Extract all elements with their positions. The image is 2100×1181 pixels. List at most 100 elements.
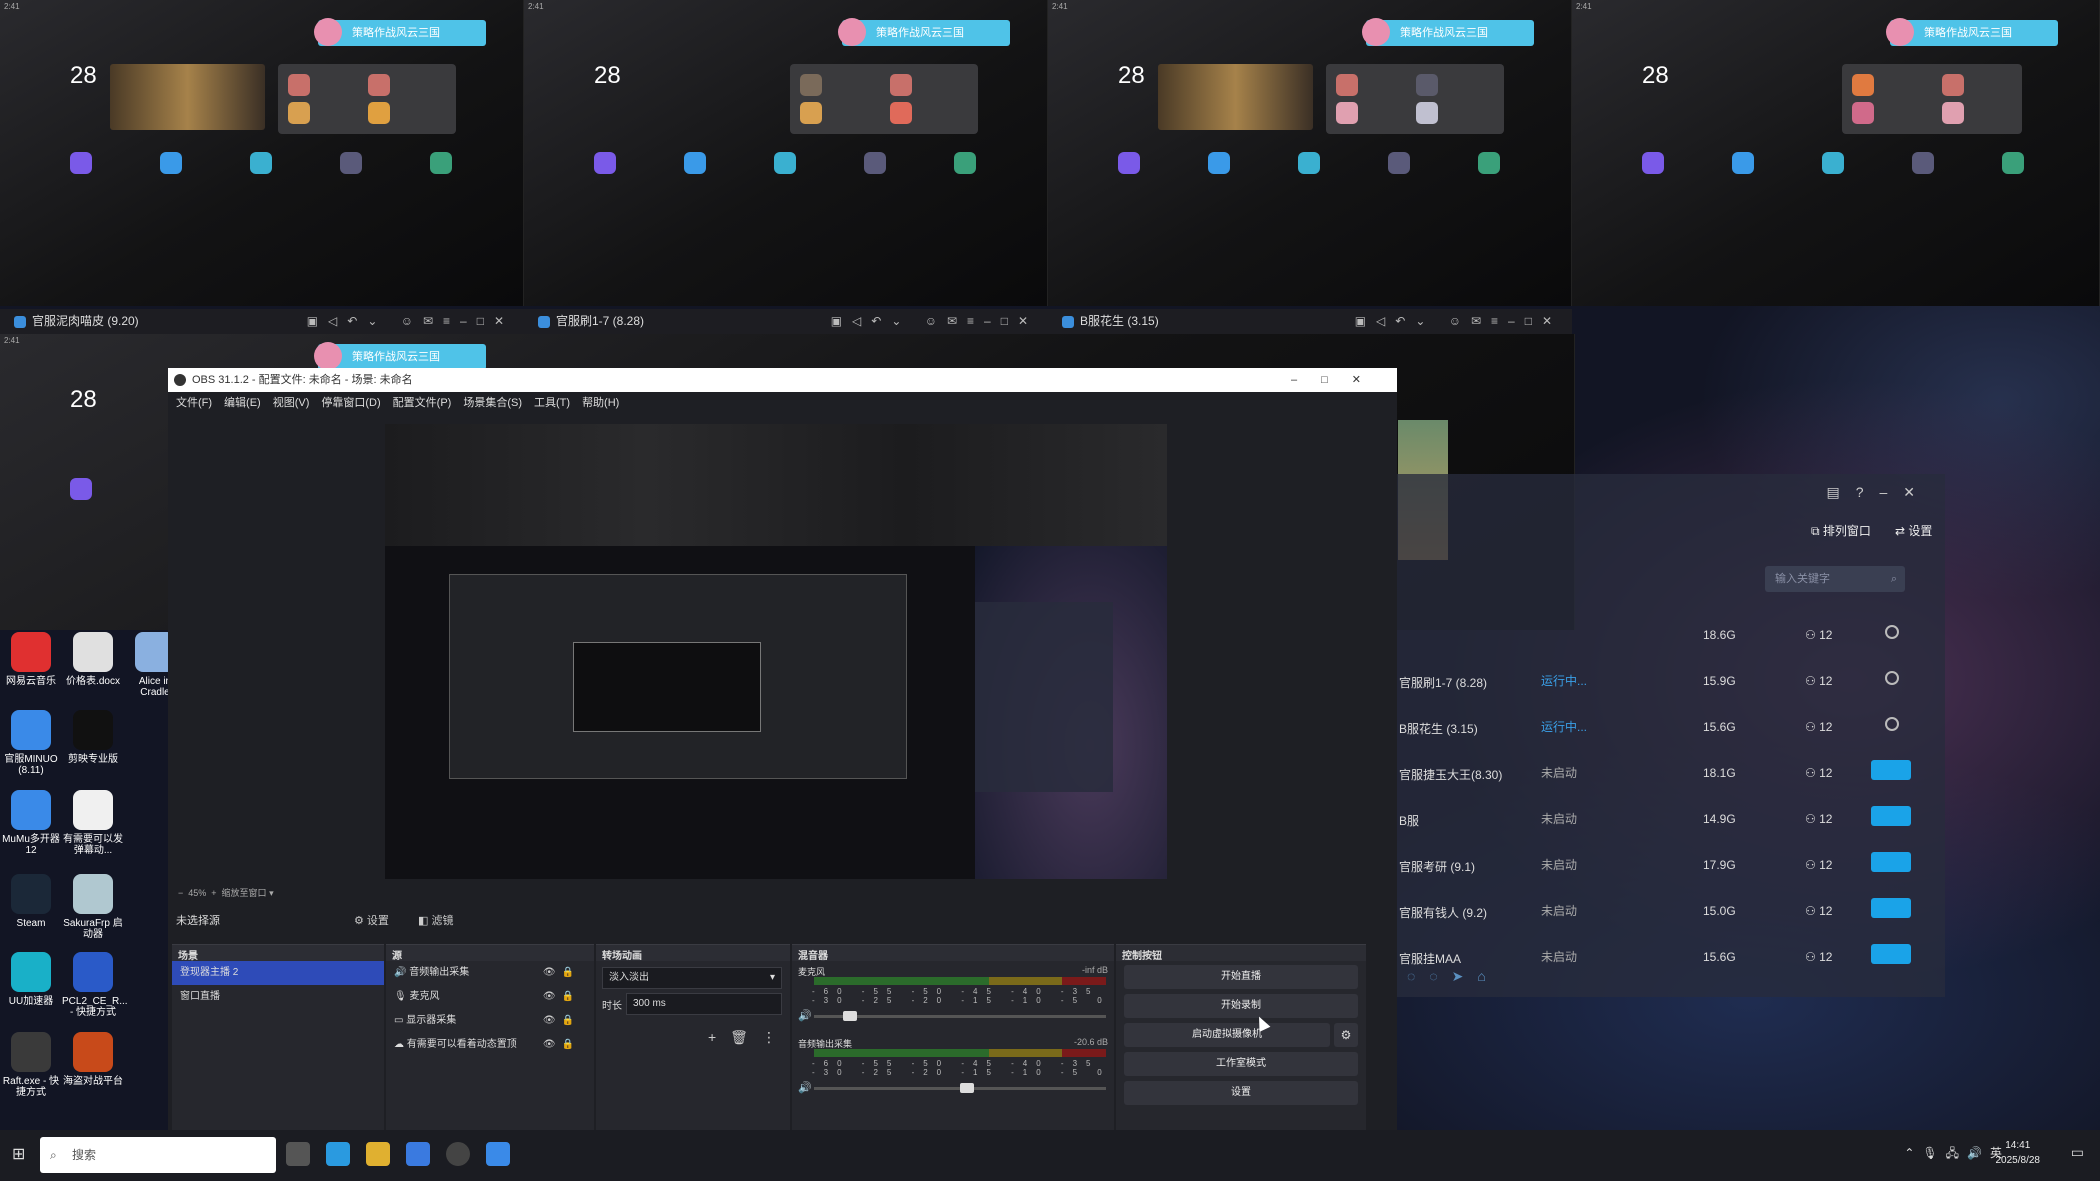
source-item[interactable]: ☁ 有需要可以看着动态置顶 👁🔒 (386, 1033, 594, 1057)
emulator-tile-4[interactable]: 2:41 策略作战风云三国 28 (1572, 0, 2100, 306)
properties-button[interactable]: ⚙ 设置 (354, 912, 389, 928)
emulator-tile-2[interactable]: 2:41 策略作战风云三国 28 (524, 0, 1048, 306)
power-icon[interactable] (1885, 671, 1899, 685)
mumu-multi-taskbar-icon[interactable] (486, 1142, 510, 1166)
source-item[interactable]: 🔊 音频输出采集 👁🔒 (386, 961, 594, 985)
studio-mode-button[interactable]: 工作室模式 (1124, 1052, 1358, 1076)
source-item[interactable]: 🎙 麦克风 👁🔒 (386, 985, 594, 1009)
play-button[interactable] (1871, 944, 1911, 964)
emulator-tile-3[interactable]: 2:41 策略作战风云三国 28 (1048, 0, 1572, 306)
app-widget[interactable] (790, 64, 978, 134)
menu-item[interactable]: 场景集合(S) (463, 397, 522, 409)
desktop-icon[interactable]: 有需要可以发弹幕动... (62, 790, 124, 856)
start-streaming-button[interactable]: 开始直播 (1124, 965, 1358, 989)
tile-notice[interactable]: 策略作战风云三国 (314, 342, 486, 370)
duration-input[interactable]: 300 ms (626, 993, 782, 1015)
emulator-titlebar-2[interactable]: 官服刷1-7 (8.28) ▣◁↶⌄ ☺✉≡‒□✕ (524, 309, 1048, 334)
desktop-icon[interactable]: PCL2_CE_R... - 快捷方式 (62, 952, 128, 1018)
transition-select[interactable]: 淡入淡出 ▾ (602, 967, 782, 989)
app-widget[interactable] (1842, 64, 2022, 134)
volume-slider-handle[interactable] (843, 1011, 858, 1021)
menu-item[interactable]: 编辑(E) (224, 397, 261, 409)
transition-actions[interactable]: +🗑⋮ (708, 1029, 790, 1046)
manager-footer-icons[interactable]: ◌◌➤⌂ (1407, 968, 1500, 985)
desktop-icon[interactable]: MuMu多开器12 (0, 790, 62, 856)
taskbar-clock[interactable]: 14:41 2025/8/28 (1996, 1138, 2041, 1168)
menu-item[interactable]: 停靠窗口(D) (321, 397, 380, 409)
mumu-taskbar-icon[interactable] (406, 1142, 430, 1166)
settings-button[interactable]: 设置 (1124, 1081, 1358, 1105)
taskbar-search[interactable]: ⌕ 搜索 (40, 1137, 276, 1173)
play-button[interactable] (1871, 760, 1911, 780)
speaker-icon[interactable]: 🔊 (798, 1081, 812, 1094)
edge-icon[interactable] (326, 1142, 350, 1166)
start-virtual-camera-button[interactable]: 启动虚拟摄像机 (1124, 1023, 1330, 1047)
arrange-windows-button[interactable]: ⧉ 排列窗口 (1811, 522, 1871, 539)
emulator-tile-1[interactable]: 2:41 策略作战风云三国 28 (0, 0, 524, 306)
instance-row[interactable]: 18.6G ⚇ 12 (1395, 614, 1945, 660)
menu-item[interactable]: 工具(T) (534, 397, 570, 409)
search-input[interactable]: 输入关键字 ⌕ (1765, 566, 1905, 592)
obs-preview[interactable] (385, 424, 1167, 879)
instance-row[interactable]: 官服考研 (9.1) 未启动 17.9G ⚇ 12 (1395, 844, 1945, 890)
gear-icon[interactable]: ⚙ (1334, 1023, 1358, 1047)
desktop-icon[interactable]: 价格表.docx (62, 632, 124, 687)
desktop-icon[interactable]: UU加速器 (0, 952, 62, 1007)
speaker-icon[interactable]: 🔊 (798, 1009, 812, 1022)
system-tray[interactable]: ⌃🎙🖧🔊英 (1904, 1144, 2010, 1165)
instance-row[interactable]: 官服捷玉大王(8.30) 未启动 18.1G ⚇ 12 (1395, 752, 1945, 798)
notification-icon[interactable]: ▭ (2071, 1144, 2084, 1161)
visibility-lock-icons[interactable]: 👁🔒 (543, 1009, 580, 1033)
zoom-controls[interactable]: − 45% + 缩放至窗口 ▾ (178, 886, 274, 899)
source-item[interactable]: ▭ 显示器采集 👁🔒 (386, 1009, 594, 1033)
game-banner[interactable] (1158, 64, 1313, 130)
desktop-icon[interactable]: 海盗对战平台 (62, 1032, 124, 1087)
volume-slider-handle[interactable] (960, 1083, 974, 1093)
scene-item[interactable]: 窗口直播 (172, 985, 384, 1009)
instance-row[interactable]: B服 未启动 14.9G ⚇ 12 (1395, 798, 1945, 844)
manager-window-controls[interactable]: ▤?‒✕ (1826, 484, 1931, 501)
power-icon[interactable] (1885, 625, 1899, 639)
menu-item[interactable]: 配置文件(P) (393, 397, 452, 409)
instance-row[interactable]: 官服刷1-7 (8.28) 运行中... 15.9G ⚇ 12 (1395, 660, 1945, 706)
visibility-lock-icons[interactable]: 👁🔒 (543, 985, 580, 1009)
power-icon[interactable] (1885, 717, 1899, 731)
desktop-icon[interactable]: 网易云音乐 (0, 632, 62, 687)
desktop-icon[interactable]: Raft.exe - 快捷方式 (0, 1032, 62, 1098)
file-explorer-icon[interactable] (366, 1142, 390, 1166)
tile-notice[interactable]: 策略作战风云三国 (838, 18, 1010, 46)
menu-item[interactable]: 文件(F) (176, 397, 212, 409)
obs-taskbar-icon[interactable] (446, 1142, 470, 1166)
instance-row[interactable]: B服花生 (3.15) 运行中... 15.6G ⚇ 12 (1395, 706, 1945, 752)
tile-notice[interactable]: 策略作战风云三国 (314, 18, 486, 46)
emulator-titlebar-1[interactable]: 官服泥肉喵皮 (9.20) ▣◁↶⌄ ☺✉≡‒□✕ (0, 309, 524, 334)
task-view-icon[interactable] (286, 1142, 310, 1166)
app-widget[interactable] (1326, 64, 1504, 134)
instance-row[interactable]: 官服有钱人 (9.2) 未启动 15.0G ⚇ 12 (1395, 890, 1945, 936)
window-controls[interactable]: ▣◁↶⌄ ☺✉≡‒□✕ (1355, 309, 1562, 334)
menu-item[interactable]: 视图(V) (273, 397, 310, 409)
menu-item[interactable]: 帮助(H) (582, 397, 619, 409)
window-controls[interactable]: ▣◁↶⌄ ☺✉≡‒□✕ (307, 309, 514, 334)
desktop-icon[interactable]: 官服MINUO (8.11) (0, 710, 62, 776)
app-widget[interactable] (278, 64, 456, 134)
obs-titlebar[interactable]: OBS 31.1.2 - 配置文件: 未命名 - 场景: 未命名 ‒□✕ (168, 368, 1397, 392)
tile-notice[interactable]: 策略作战风云三国 (1362, 18, 1534, 46)
windows-start-icon[interactable]: ⊞ (12, 1144, 25, 1164)
scene-item[interactable]: 登现器主播 2 (172, 961, 384, 985)
filters-button[interactable]: ◧ 滤镜 (418, 912, 453, 928)
desktop-icon[interactable]: 剪映专业版 (62, 710, 124, 765)
emulator-titlebar-3[interactable]: B服花生 (3.15) ▣◁↶⌄ ☺✉≡‒□✕ (1048, 309, 1572, 334)
volume-slider[interactable] (814, 1011, 1106, 1021)
game-banner[interactable] (110, 64, 265, 130)
play-button[interactable] (1871, 852, 1911, 872)
play-button[interactable] (1871, 806, 1911, 826)
volume-slider[interactable] (814, 1083, 1106, 1093)
desktop-icon[interactable]: Steam (0, 874, 62, 929)
desktop-icon[interactable]: SakuraFrp 启动器 (62, 874, 124, 940)
start-recording-button[interactable]: 开始录制 (1124, 994, 1358, 1018)
visibility-lock-icons[interactable]: 👁🔒 (543, 1033, 580, 1057)
play-button[interactable] (1871, 898, 1911, 918)
settings-button[interactable]: ⇄ 设置 (1895, 522, 1932, 539)
tile-notice[interactable]: 策略作战风云三国 (1886, 18, 2058, 46)
